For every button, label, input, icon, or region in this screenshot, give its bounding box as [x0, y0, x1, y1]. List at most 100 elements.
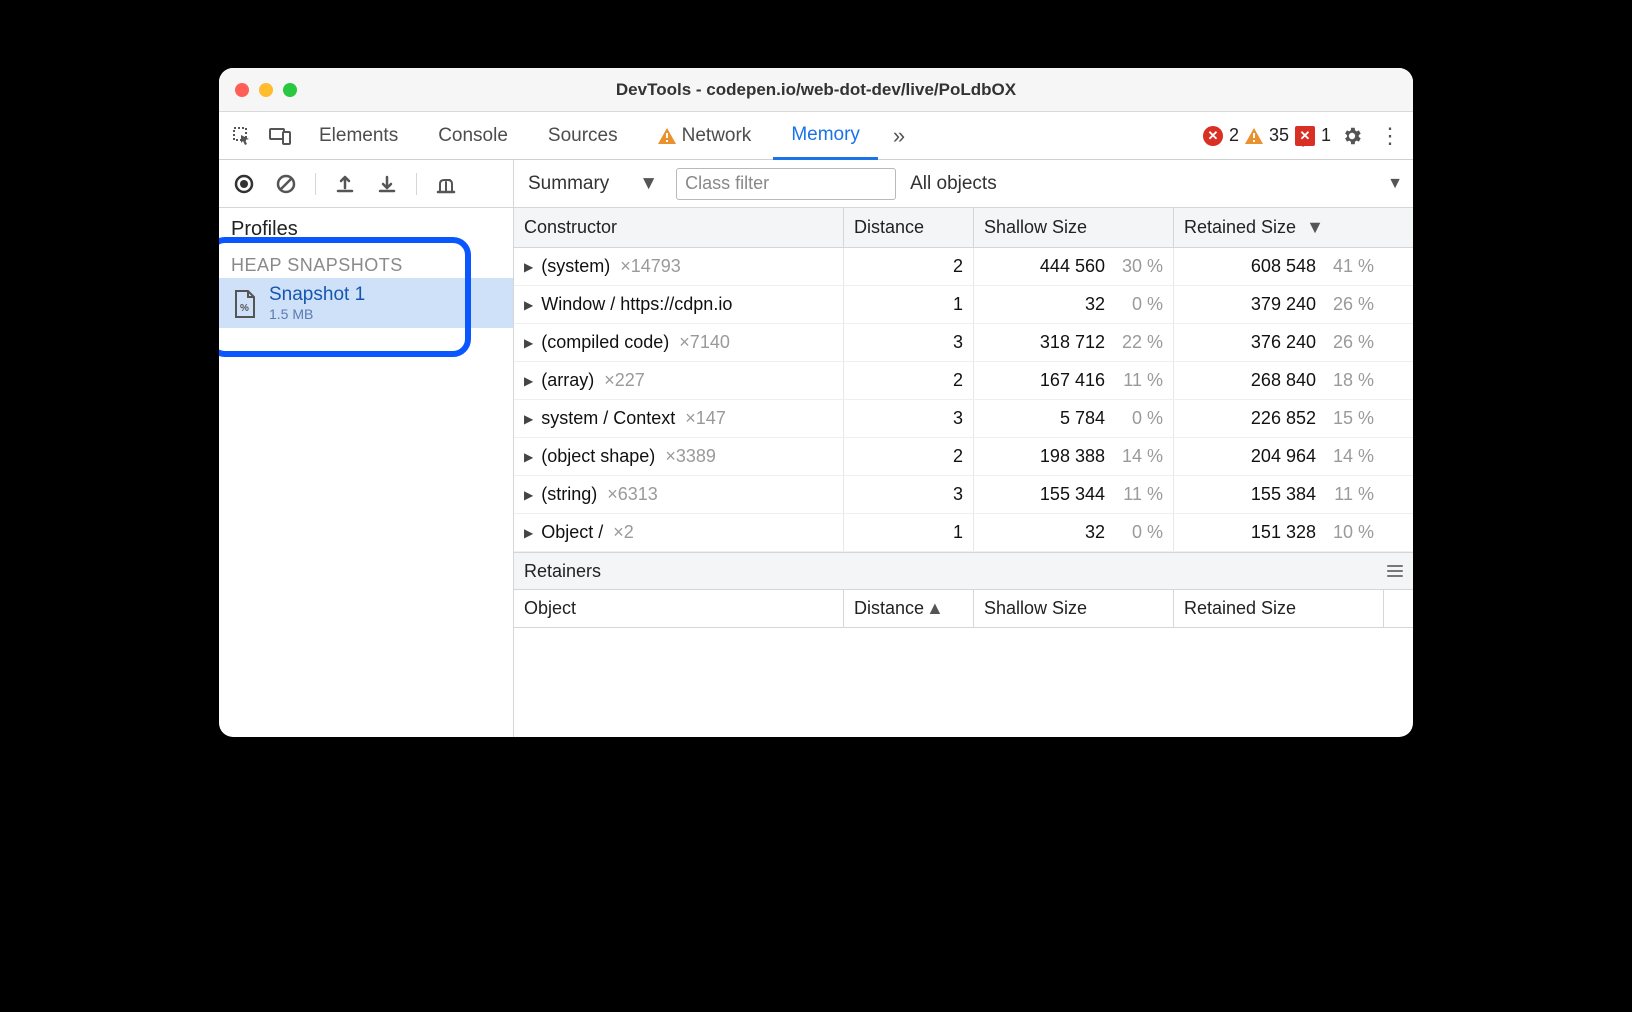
tab-sources[interactable]: Sources [530, 112, 636, 159]
disclosure-icon[interactable]: ▶ [524, 412, 533, 426]
cell-distance: 3 [844, 324, 974, 361]
error-icon: ✕ [1203, 126, 1223, 146]
ret-col-object[interactable]: Object [514, 590, 844, 627]
ret-col-distance[interactable]: Distance ▲ [844, 590, 974, 627]
disclosure-icon[interactable]: ▶ [524, 298, 533, 312]
cell-retained: 376 24026 % [1174, 324, 1384, 361]
tab-elements[interactable]: Elements [301, 112, 416, 159]
ret-col-retained[interactable]: Retained Size [1174, 590, 1384, 627]
disclosure-icon[interactable]: ▶ [524, 488, 533, 502]
heap-snapshots-label: HEAP SNAPSHOTS [219, 245, 513, 278]
cell-constructor: ▶(object shape)×3389 [514, 438, 844, 475]
chevron-down-icon[interactable]: ▼ [1387, 175, 1403, 193]
table-row[interactable]: ▶Window / https://cdpn.io1320 %379 24026… [514, 286, 1413, 324]
disclosure-icon[interactable]: ▶ [524, 450, 533, 464]
col-constructor[interactable]: Constructor [514, 208, 844, 247]
cell-distance: 3 [844, 476, 974, 513]
retainers-header: Retainers [514, 552, 1413, 590]
load-icon[interactable] [328, 167, 362, 201]
svg-text:%: % [240, 303, 249, 314]
cell-retained: 155 38411 % [1174, 476, 1384, 513]
cell-shallow: 320 % [974, 514, 1174, 551]
cell-shallow: 167 41611 % [974, 362, 1174, 399]
disclosure-icon[interactable]: ▶ [524, 526, 533, 540]
table-row[interactable]: ▶(system)×147932444 56030 %608 54841 % [514, 248, 1413, 286]
warning-count: 35 [1269, 125, 1289, 146]
inspect-icon[interactable] [225, 119, 259, 153]
cell-retained: 268 84018 % [1174, 362, 1384, 399]
class-filter-input[interactable]: Class filter [676, 168, 896, 200]
minimize-icon[interactable] [259, 83, 273, 97]
view-dropdown-label: Summary [528, 173, 609, 195]
cell-constructor: ▶system / Context×147 [514, 400, 844, 437]
snapshot-item[interactable]: % Snapshot 1 1.5 MB [219, 278, 513, 328]
titlebar: DevTools - codepen.io/web-dot-dev/live/P… [219, 68, 1413, 112]
window-title: DevTools - codepen.io/web-dot-dev/live/P… [616, 80, 1016, 100]
ret-col-distance-label: Distance [854, 598, 924, 619]
sort-asc-icon: ▲ [926, 598, 944, 619]
col-shallow[interactable]: Shallow Size [974, 208, 1174, 247]
constructor-table[interactable]: ▶(system)×147932444 56030 %608 54841 %▶W… [514, 248, 1413, 552]
tab-console[interactable]: Console [420, 112, 526, 159]
collect-garbage-icon[interactable] [429, 167, 463, 201]
devtools-window: DevTools - codepen.io/web-dot-dev/live/P… [219, 68, 1413, 737]
cell-shallow: 444 56030 % [974, 248, 1174, 285]
disclosure-icon[interactable]: ▶ [524, 336, 533, 350]
cell-retained: 151 32810 % [1174, 514, 1384, 551]
cell-retained: 204 96414 % [1174, 438, 1384, 475]
tab-network-label: Network [682, 125, 752, 147]
settings-icon[interactable] [1335, 125, 1369, 147]
table-row[interactable]: ▶(string)×63133155 34411 %155 38411 % [514, 476, 1413, 514]
clear-icon[interactable] [269, 167, 303, 201]
cell-constructor: ▶Window / https://cdpn.io [514, 286, 844, 323]
table-row[interactable]: ▶system / Context×14735 7840 %226 85215 … [514, 400, 1413, 438]
col-retained[interactable]: Retained Size ▼ [1174, 208, 1384, 247]
message-count: 1 [1321, 125, 1331, 146]
main-panel: Summary ▼ Class filter All objects ▼ Con… [514, 160, 1413, 737]
cell-shallow: 5 7840 % [974, 400, 1174, 437]
snapshot-size: 1.5 MB [269, 306, 365, 322]
cell-shallow: 198 38814 % [974, 438, 1174, 475]
ret-col-shallow[interactable]: Shallow Size [974, 590, 1174, 627]
profile-actionbar [219, 160, 513, 208]
tab-network[interactable]: Network [640, 112, 770, 159]
cell-constructor: ▶Object /×2 [514, 514, 844, 551]
scope-dropdown[interactable]: All objects [910, 173, 997, 195]
menu-icon[interactable] [1387, 565, 1403, 577]
cell-constructor: ▶(system)×14793 [514, 248, 844, 285]
cell-distance: 1 [844, 514, 974, 551]
cell-distance: 2 [844, 248, 974, 285]
more-tabs-icon[interactable]: » [882, 119, 916, 153]
maximize-icon[interactable] [283, 83, 297, 97]
table-row[interactable]: ▶(compiled code)×71403318 71222 %376 240… [514, 324, 1413, 362]
record-icon[interactable] [227, 167, 261, 201]
tab-memory[interactable]: Memory [773, 113, 878, 160]
table-header: Constructor Distance Shallow Size Retain… [514, 208, 1413, 248]
sort-desc-icon: ▼ [1306, 217, 1324, 238]
window-controls [235, 83, 297, 97]
table-row[interactable]: ▶Object /×21320 %151 32810 % [514, 514, 1413, 552]
cell-distance: 2 [844, 362, 974, 399]
cell-shallow: 318 71222 % [974, 324, 1174, 361]
col-retained-label: Retained Size [1184, 217, 1296, 238]
cell-distance: 2 [844, 438, 974, 475]
filterbar: Summary ▼ Class filter All objects ▼ [514, 160, 1413, 208]
retainers-title: Retainers [524, 561, 601, 582]
issue-counters[interactable]: ✕ 2 35 ✕ 1 [1203, 125, 1331, 146]
table-row[interactable]: ▶(array)×2272167 41611 %268 84018 % [514, 362, 1413, 400]
disclosure-icon[interactable]: ▶ [524, 374, 533, 388]
snapshot-file-icon: % [233, 290, 259, 316]
col-distance[interactable]: Distance [844, 208, 974, 247]
cell-constructor: ▶(compiled code)×7140 [514, 324, 844, 361]
kebab-icon[interactable]: ⋮ [1373, 123, 1407, 149]
close-icon[interactable] [235, 83, 249, 97]
device-toggle-icon[interactable] [263, 119, 297, 153]
class-filter-placeholder: Class filter [685, 173, 769, 194]
table-row[interactable]: ▶(object shape)×33892198 38814 %204 9641… [514, 438, 1413, 476]
cell-retained: 379 24026 % [1174, 286, 1384, 323]
disclosure-icon[interactable]: ▶ [524, 260, 533, 274]
cell-distance: 1 [844, 286, 974, 323]
profiles-label: Profiles [219, 208, 513, 245]
view-dropdown[interactable]: Summary ▼ [524, 173, 662, 195]
save-icon[interactable] [370, 167, 404, 201]
